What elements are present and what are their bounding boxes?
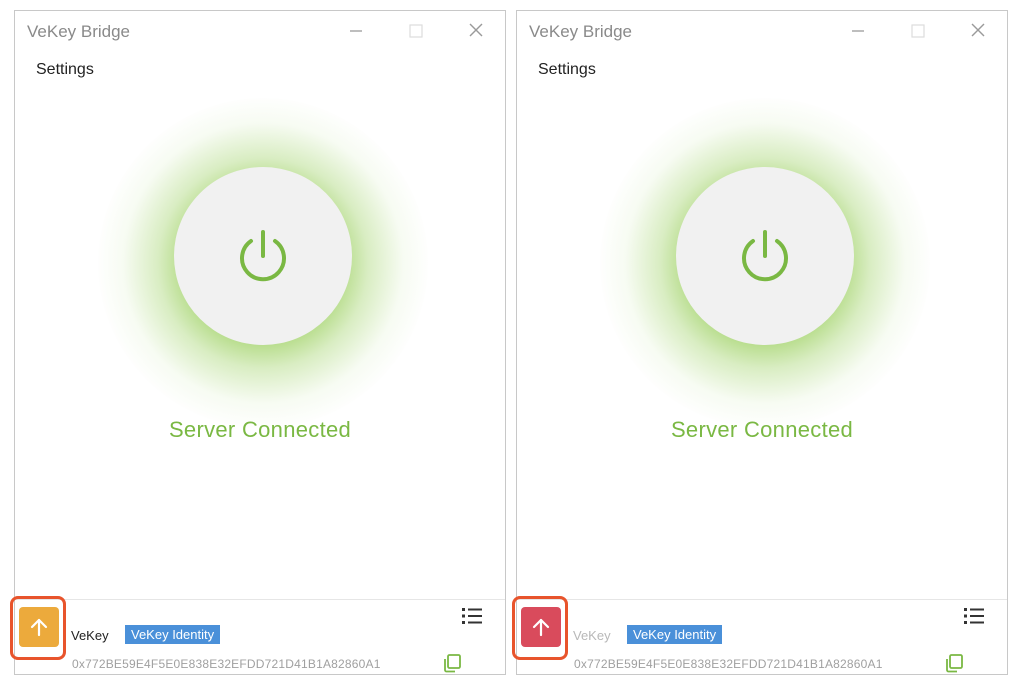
identity-badge[interactable]: VeKey Identity bbox=[627, 625, 723, 644]
maximize-button[interactable] bbox=[401, 19, 431, 43]
title-bar[interactable]: VeKey Bridge bbox=[517, 11, 1007, 51]
minimize-button[interactable] bbox=[341, 19, 371, 43]
connection-status: Server Connected bbox=[670, 417, 854, 442]
close-icon bbox=[971, 23, 985, 37]
wallet-address: 0x772BE59E4F5E0E838E32EFDD721D41B1A82860… bbox=[574, 657, 883, 671]
settings-link[interactable]: Settings bbox=[538, 61, 596, 79]
connection-status: Server Connected bbox=[168, 417, 352, 442]
power-button[interactable] bbox=[174, 167, 352, 345]
close-button[interactable] bbox=[963, 19, 993, 43]
window-title: VeKey Bridge bbox=[529, 22, 633, 41]
power-icon bbox=[240, 230, 286, 282]
account-footer: VeKey VeKey Identity 0x772BE59E4F5E0E838… bbox=[10, 596, 505, 675]
list-menu-icon[interactable] bbox=[461, 606, 483, 626]
power-icon bbox=[742, 230, 788, 282]
copy-icon[interactable] bbox=[943, 652, 965, 674]
upload-button[interactable] bbox=[19, 607, 59, 647]
maximize-button[interactable] bbox=[903, 19, 933, 43]
power-button[interactable] bbox=[676, 167, 854, 345]
wallet-address: 0x772BE59E4F5E0E838E32EFDD721D41B1A82860… bbox=[72, 657, 381, 671]
maximize-icon bbox=[409, 24, 423, 38]
window-title: VeKey Bridge bbox=[27, 22, 131, 41]
vekey-bridge-window-right: VeKey Bridge Settings Server Connected V… bbox=[512, 10, 1008, 675]
vekey-bridge-window-left: VeKey Bridge Settings Server Connected V… bbox=[10, 10, 506, 675]
minimize-icon bbox=[350, 30, 362, 32]
account-name: VeKey bbox=[573, 628, 611, 643]
account-name: VeKey bbox=[71, 628, 109, 643]
account-footer: VeKey VeKey Identity 0x772BE59E4F5E0E838… bbox=[512, 596, 1007, 675]
maximize-icon bbox=[911, 24, 925, 38]
title-bar[interactable]: VeKey Bridge bbox=[15, 11, 505, 51]
close-button[interactable] bbox=[461, 19, 491, 43]
copy-icon[interactable] bbox=[441, 652, 463, 674]
arrow-up-icon bbox=[532, 618, 550, 637]
minimize-button[interactable] bbox=[843, 19, 873, 43]
close-icon bbox=[469, 23, 483, 37]
arrow-up-icon bbox=[30, 618, 48, 637]
settings-link[interactable]: Settings bbox=[36, 61, 94, 79]
list-menu-icon[interactable] bbox=[963, 606, 985, 626]
screenshot-stage: VeKey Bridge Settings Server Connected V… bbox=[0, 0, 1032, 688]
minimize-icon bbox=[852, 30, 864, 32]
upload-button[interactable] bbox=[521, 607, 561, 647]
identity-badge[interactable]: VeKey Identity bbox=[125, 625, 221, 644]
